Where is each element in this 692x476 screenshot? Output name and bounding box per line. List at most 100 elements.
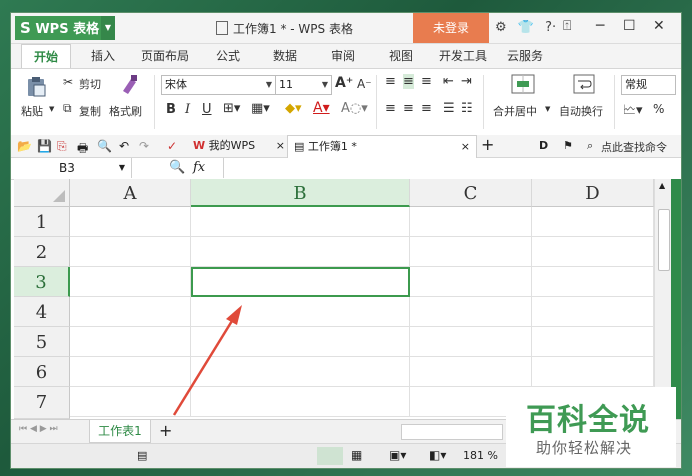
column-header-b[interactable]: B bbox=[191, 179, 410, 207]
tab-cloud[interactable]: 云服务 bbox=[507, 44, 543, 68]
tab-data[interactable]: 数据 bbox=[273, 44, 297, 68]
doctab-workbook[interactable]: ▤ 工作簿1 * × bbox=[287, 135, 477, 158]
format-painter-icon[interactable] bbox=[119, 73, 139, 95]
cell-a4[interactable] bbox=[70, 297, 191, 327]
print-preview-icon[interactable]: 🔍 bbox=[97, 139, 112, 153]
align-right-icon[interactable]: ≡ bbox=[421, 101, 432, 116]
cell-c5[interactable] bbox=[410, 327, 532, 357]
cell-a3[interactable] bbox=[70, 267, 191, 297]
font-color-icon[interactable]: A▾ bbox=[313, 100, 330, 116]
chevron-down-icon[interactable]: ▼ bbox=[101, 16, 115, 40]
justify-icon[interactable]: ☰ bbox=[443, 101, 455, 116]
align-top-icon[interactable]: ≡ bbox=[385, 74, 396, 89]
sheet-nav-first-icon[interactable]: ⏮ ◀ ▶ ⏭ bbox=[19, 424, 58, 434]
clear-format-icon[interactable]: A◌▾ bbox=[341, 101, 368, 116]
align-bottom-icon[interactable]: ≡ bbox=[421, 74, 432, 89]
merge-center-icon[interactable] bbox=[511, 73, 535, 95]
reading-mode-icon[interactable]: ◧▾ bbox=[429, 448, 446, 462]
indent-decrease-icon[interactable]: ⇤ bbox=[443, 74, 454, 89]
cell-c2[interactable] bbox=[410, 237, 532, 267]
export-pdf-icon[interactable]: ⎘ bbox=[57, 139, 70, 153]
paste-icon[interactable] bbox=[25, 75, 47, 97]
name-box[interactable]: B3 ▼ bbox=[11, 158, 132, 178]
command-search[interactable]: 点此查找命令 bbox=[601, 139, 667, 155]
decrease-font-icon[interactable]: A⁻ bbox=[357, 77, 372, 91]
bold-icon[interactable]: B bbox=[166, 102, 176, 117]
row-header-4[interactable]: 4 bbox=[14, 297, 70, 327]
scissors-icon[interactable]: ✂ bbox=[63, 75, 73, 89]
new-tab-button[interactable]: + bbox=[481, 135, 494, 154]
selected-cell-b3[interactable] bbox=[191, 267, 410, 297]
flag-icon[interactable]: ⚑ bbox=[563, 139, 576, 152]
zoom-magnifier-icon[interactable]: 🔍 bbox=[169, 160, 185, 175]
align-center-icon[interactable]: ≡ bbox=[403, 101, 414, 116]
wrap-text-button[interactable]: 自动换行 bbox=[559, 103, 603, 119]
print-icon[interactable]: 🖶 bbox=[77, 139, 90, 155]
tab-review[interactable]: 审阅 bbox=[331, 44, 355, 68]
cell-d2[interactable] bbox=[532, 237, 654, 267]
cell-c3[interactable] bbox=[410, 267, 532, 297]
chevron-down-icon[interactable]: ▼ bbox=[545, 105, 550, 113]
cell-d5[interactable] bbox=[532, 327, 654, 357]
settings-icon[interactable]: ⚙ bbox=[495, 20, 507, 35]
cell-b1[interactable] bbox=[191, 207, 410, 237]
cell-a7[interactable] bbox=[70, 387, 191, 417]
column-header-a[interactable]: A bbox=[70, 179, 191, 207]
side-panel-strip[interactable] bbox=[671, 179, 681, 419]
maximize-button[interactable]: ☐ bbox=[623, 18, 636, 34]
currency-icon[interactable]: 🗠▾ bbox=[623, 101, 643, 123]
cell-d1[interactable] bbox=[532, 207, 654, 237]
tab-view[interactable]: 视图 bbox=[389, 44, 413, 68]
column-header-c[interactable]: C bbox=[410, 179, 532, 207]
font-name-select[interactable]: 宋体 ▼ bbox=[161, 75, 276, 95]
cell-c4[interactable] bbox=[410, 297, 532, 327]
indent-increase-icon[interactable]: ⇥ bbox=[461, 74, 472, 89]
align-middle-icon[interactable]: ≡ bbox=[403, 74, 414, 89]
help-icon[interactable]: ?· bbox=[545, 20, 556, 35]
row-header-6[interactable]: 6 bbox=[14, 357, 70, 387]
row-header-3[interactable]: 3 bbox=[14, 267, 70, 297]
restore-tab-icon[interactable]: ⍐ bbox=[563, 18, 571, 34]
row-header-7[interactable]: 7 bbox=[14, 387, 70, 419]
fx-icon[interactable]: fx bbox=[193, 160, 205, 175]
align-left-icon[interactable]: ≡ bbox=[385, 101, 396, 116]
cell-b6[interactable] bbox=[191, 357, 410, 387]
sheet-tab-1[interactable]: 工作表1 bbox=[89, 420, 151, 443]
horizontal-scrollbar[interactable] bbox=[401, 424, 503, 440]
redo-icon[interactable]: ↷ bbox=[139, 139, 152, 153]
login-button[interactable]: 未登录 bbox=[413, 13, 489, 43]
normal-view-icon[interactable] bbox=[317, 447, 343, 465]
cell-b2[interactable] bbox=[191, 237, 410, 267]
paste-dropdown-icon[interactable]: ▼ bbox=[49, 105, 54, 113]
cell-c6[interactable] bbox=[410, 357, 532, 387]
vertical-scrollbar[interactable]: ▲ bbox=[654, 179, 672, 419]
column-header-d[interactable]: D bbox=[532, 179, 654, 207]
close-icon[interactable]: × bbox=[276, 135, 285, 157]
scroll-thumb[interactable] bbox=[658, 209, 670, 271]
save-icon[interactable]: 💾 bbox=[37, 139, 52, 153]
underline-icon[interactable]: U bbox=[202, 102, 212, 117]
tab-page-layout[interactable]: 页面布局 bbox=[141, 44, 189, 68]
page-break-view-icon[interactable]: ▦ bbox=[351, 448, 362, 462]
design-icon[interactable]: D bbox=[539, 139, 552, 152]
increase-font-icon[interactable]: A⁺ bbox=[335, 75, 353, 91]
tab-developer[interactable]: 开发工具 bbox=[439, 44, 487, 68]
wrap-text-icon[interactable] bbox=[573, 73, 595, 95]
cell-b7[interactable] bbox=[191, 387, 410, 417]
select-all-corner[interactable] bbox=[14, 179, 70, 207]
cell-d3[interactable] bbox=[532, 267, 654, 297]
italic-icon[interactable]: I bbox=[185, 102, 190, 117]
row-header-2[interactable]: 2 bbox=[14, 237, 70, 267]
macro-icon[interactable]: ▤ bbox=[137, 449, 147, 462]
border-icon[interactable]: ⊞▾ bbox=[223, 101, 240, 116]
scroll-up-icon[interactable]: ▲ bbox=[659, 181, 665, 190]
cell-c1[interactable] bbox=[410, 207, 532, 237]
tab-insert[interactable]: 插入 bbox=[91, 44, 115, 68]
cell-a6[interactable] bbox=[70, 357, 191, 387]
cell-a1[interactable] bbox=[70, 207, 191, 237]
row-header-5[interactable]: 5 bbox=[14, 327, 70, 357]
open-folder-icon[interactable]: 📂 bbox=[17, 139, 32, 153]
minimize-button[interactable]: ─ bbox=[596, 18, 604, 34]
wps-app-button[interactable]: S WPS 表格 ▼ bbox=[15, 16, 115, 40]
percent-button[interactable]: % bbox=[653, 102, 664, 116]
